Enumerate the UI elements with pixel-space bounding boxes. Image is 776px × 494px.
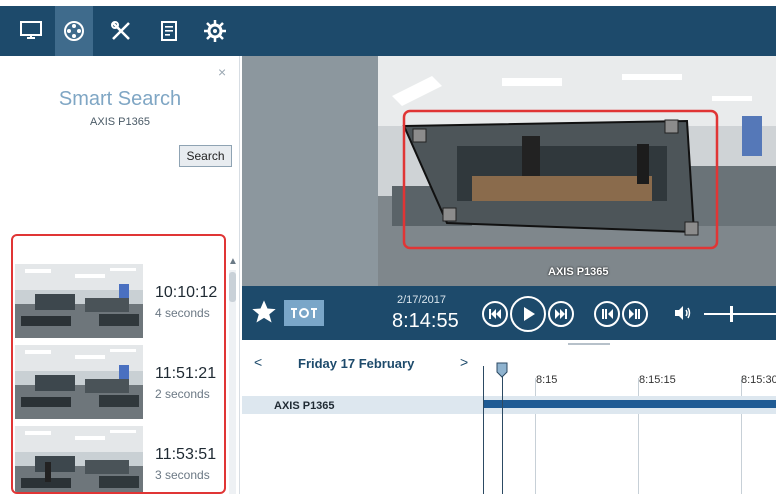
result-thumbnail [15, 264, 143, 338]
gear-icon [204, 20, 226, 42]
speaker-icon [675, 306, 691, 320]
volume-slider-handle[interactable] [730, 306, 733, 322]
tick-label: 8:15:15 [639, 374, 676, 386]
timeline-day-label: Friday 17 February [298, 356, 415, 371]
nav-settings-button[interactable] [196, 6, 234, 56]
search-result-item[interactable]: 10:10:12 4 seconds [15, 264, 223, 338]
timeline-panel: < Friday 17 February > 8:15 8:15:15 8:15… [242, 340, 776, 494]
app-window: × Smart Search AXIS P1365 Search ▲ 10:10… [0, 0, 776, 494]
skip-back-button[interactable] [482, 301, 508, 327]
play-button[interactable] [510, 296, 546, 332]
recording-bar[interactable] [483, 400, 776, 408]
smart-search-panel: × Smart Search AXIS P1365 Search ▲ 10:10… [0, 56, 240, 494]
search-result-item[interactable]: 11:51:21 2 seconds [15, 345, 223, 419]
playhead-line [502, 366, 503, 494]
result-time: 11:51:21 [155, 365, 217, 382]
tools-icon [111, 21, 130, 40]
result-duration: 3 seconds [155, 468, 210, 482]
video-view[interactable]: AXIS P1365 [242, 56, 776, 286]
export-clip-icon [291, 308, 317, 318]
search-result-item[interactable]: 11:53:51 3 seconds [15, 426, 223, 492]
film-reel-icon [64, 21, 84, 41]
volume-button[interactable] [674, 305, 692, 321]
tick-label: 8:15:30 [741, 374, 776, 386]
playback-time: 8:14:55 [392, 310, 459, 332]
nav-logs-button[interactable] [150, 6, 188, 56]
search-button[interactable]: Search [179, 145, 232, 167]
timeline-camera-label: AXIS P1365 [274, 400, 335, 412]
skip-forward-icon [555, 309, 567, 319]
play-icon [524, 307, 535, 321]
result-duration: 2 seconds [155, 387, 210, 401]
star-icon [252, 300, 276, 323]
timeline-start-marker [483, 366, 484, 494]
panel-camera-name: AXIS P1365 [90, 116, 150, 128]
log-document-icon [161, 21, 177, 41]
skip-back-icon [489, 309, 501, 319]
next-day-button[interactable]: > [460, 354, 468, 370]
export-button[interactable] [284, 300, 324, 326]
step-back-icon [602, 309, 613, 319]
resize-grip[interactable] [568, 343, 610, 345]
results-scrollbar[interactable] [229, 270, 236, 494]
search-results-list: 10:10:12 4 seconds 11:51:21 2 seconds 11… [11, 234, 226, 494]
video-camera-label: AXIS P1365 [548, 266, 609, 278]
playback-controls: 2/17/2017 8:14:55 [242, 286, 776, 340]
step-forward-button[interactable] [622, 301, 648, 327]
result-thumbnail [15, 426, 143, 492]
nav-tools-button[interactable] [102, 6, 140, 56]
step-forward-icon [629, 309, 640, 319]
monitor-icon [20, 21, 42, 39]
bookmark-button[interactable] [250, 298, 278, 326]
top-nav-bar [0, 6, 776, 56]
playback-date: 2/17/2017 [397, 294, 446, 306]
panel-title: Smart Search [58, 88, 182, 110]
nav-playback-button[interactable] [55, 6, 93, 56]
results-scrollbar-thumb[interactable] [229, 272, 236, 302]
tick-label: 8:15 [536, 374, 558, 386]
result-time: 10:10:12 [155, 284, 218, 301]
skip-forward-button[interactable] [548, 301, 574, 327]
result-duration: 4 seconds [155, 306, 210, 320]
close-icon[interactable]: × [218, 64, 226, 80]
scroll-up-icon[interactable]: ▲ [228, 256, 238, 267]
playhead-handle[interactable] [496, 362, 508, 378]
previous-day-button[interactable]: < [254, 354, 262, 370]
nav-live-view-button[interactable] [12, 6, 50, 56]
camera-frame [242, 56, 776, 286]
step-back-button[interactable] [594, 301, 620, 327]
result-time: 11:53:51 [155, 446, 217, 463]
playhead-icon [496, 362, 508, 378]
volume-slider[interactable] [704, 313, 776, 315]
result-thumbnail [15, 345, 143, 419]
